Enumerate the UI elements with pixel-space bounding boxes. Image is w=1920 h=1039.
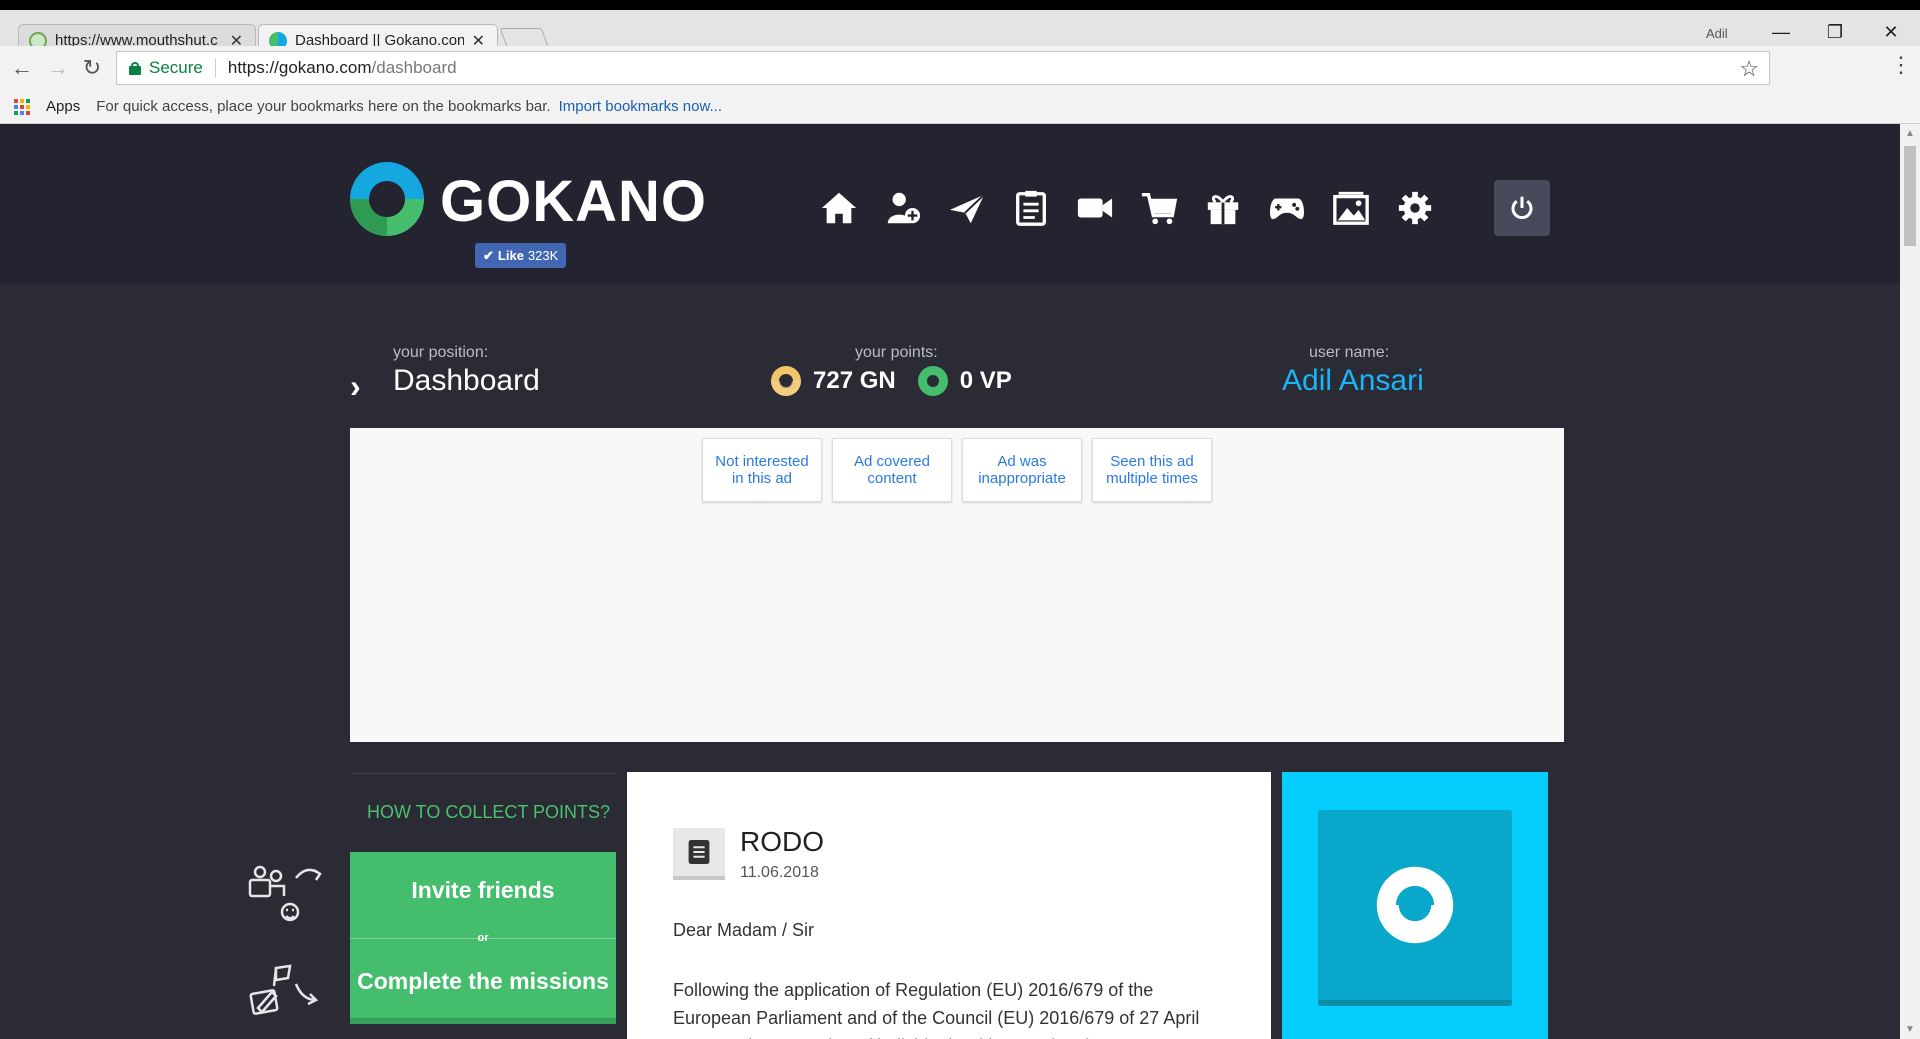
cart-icon[interactable] [1130, 180, 1188, 236]
gn-coin-icon [771, 366, 801, 396]
article-greeting: Dear Madam / Sir [673, 920, 815, 940]
page-title: Dashboard [393, 364, 540, 397]
ad-feedback-inappropriate[interactable]: Ad was inappropriate [962, 438, 1082, 502]
scroll-down-icon[interactable]: ▼ [1905, 1024, 1915, 1035]
back-arrow-icon[interactable]: ← [8, 54, 36, 82]
complete-missions-button[interactable]: Complete the missions [350, 968, 616, 995]
position-label: your position: [393, 344, 489, 361]
power-icon [1511, 196, 1533, 219]
main-nav [810, 180, 1450, 236]
scroll-thumb[interactable] [1904, 146, 1916, 246]
ad-feedback-seen-multiple[interactable]: Seen this ad multiple times [1092, 438, 1212, 502]
reload-icon[interactable]: ↻ [78, 54, 106, 82]
points-label: your points: [855, 344, 938, 361]
close-window-icon[interactable]: ✕ [1876, 22, 1906, 46]
restore-icon[interactable]: ❐ [1820, 22, 1850, 46]
like-count: 323K [527, 248, 559, 263]
bookmarks-bar: Apps For quick access, place your bookma… [0, 90, 1920, 124]
collect-points-heading: HOW TO COLLECT POINTS? [367, 802, 611, 822]
url-path: /dashboard [371, 58, 457, 77]
checkmark-icon: ✔ [483, 247, 494, 263]
profile-name[interactable]: Adil [1706, 26, 1728, 41]
ad-feedback-covered-content[interactable]: Ad covered content [832, 438, 952, 502]
title-bar: https://www.mouthshut.c ✕ Dashboard || G… [0, 0, 1920, 56]
secure-label: Secure [149, 58, 203, 77]
page-scrollbar[interactable]: ▲ ▼ [1900, 124, 1920, 1039]
gift-icon[interactable] [1194, 180, 1252, 236]
like-label: Like [497, 248, 524, 263]
gear-icon[interactable] [1386, 180, 1444, 236]
invite-friends-button[interactable]: Invite friends [350, 877, 616, 904]
or-label: or [477, 932, 489, 944]
gamepad-icon[interactable] [1258, 180, 1316, 236]
ad-feedback-not-interested[interactable]: Not interested in this ad [702, 438, 822, 502]
article-title: RODO [740, 826, 824, 857]
username-label: user name: [1309, 344, 1390, 361]
username-link[interactable]: Adil Ansari [1282, 364, 1424, 398]
browser-toolbar: ← → ↻ Secure https://gokano.com /dashboa… [0, 46, 1920, 90]
minimize-icon[interactable]: — [1766, 22, 1796, 46]
gokano-emblem-icon [1376, 866, 1454, 944]
points-display: 727 GN 0 VP [771, 366, 1012, 396]
home-icon[interactable] [810, 180, 868, 236]
clipboard-icon[interactable] [1002, 180, 1060, 236]
article-date: 11.06.2018 [740, 864, 819, 881]
friends-doodle-icon [248, 865, 322, 922]
browser-chrome: https://www.mouthshut.c ✕ Dashboard || G… [0, 0, 1920, 124]
collect-points-box: Invite friends or Complete the missions [350, 852, 616, 1024]
video-camera-icon[interactable] [1066, 180, 1124, 236]
site-header: GOKANO ✔ Like 323K [0, 124, 1900, 284]
picture-icon[interactable] [1322, 180, 1380, 236]
scroll-up-icon[interactable]: ▲ [1905, 128, 1915, 139]
lock-icon [129, 61, 141, 75]
bookmarks-hint: For quick access, place your bookmarks h… [96, 98, 551, 115]
page-content: GOKANO ✔ Like 323K › your position: Dash… [0, 124, 1900, 1039]
address-bar[interactable]: Secure https://gokano.com /dashboard ☆ [116, 51, 1770, 85]
article-body: Following the application of Regulation … [673, 980, 1200, 1039]
browser-menu-icon[interactable]: ⋮ [1890, 54, 1912, 76]
divider [214, 58, 216, 78]
gn-points: 727 GN [813, 367, 896, 394]
chevron-right-icon: › [350, 368, 361, 404]
ad-container: Not interested in this ad Ad covered conte… [350, 428, 1564, 742]
paper-plane-icon[interactable] [938, 180, 996, 236]
user-info-row: › your position: Dashboard your points: … [0, 340, 1900, 420]
forward-arrow-icon[interactable]: → [44, 54, 72, 82]
apps-link[interactable]: Apps [46, 98, 80, 115]
apps-grid-icon[interactable] [14, 98, 30, 115]
add-user-icon[interactable] [874, 180, 932, 236]
logo-text[interactable]: GOKANO [440, 168, 707, 235]
url-host: https://gokano.com [227, 58, 372, 77]
vp-coin-icon [917, 366, 948, 396]
gokano-logo-icon[interactable] [350, 162, 424, 236]
facebook-like-button[interactable]: ✔ Like 323K [475, 243, 567, 268]
import-bookmarks-link[interactable]: Import bookmarks now... [559, 98, 722, 115]
logout-button[interactable] [1494, 180, 1550, 236]
promo-panel [1282, 772, 1548, 1039]
divider [350, 773, 616, 774]
news-article: RODO 11.06.2018 Dear Madam / Sir Followi… [627, 772, 1271, 1039]
document-icon [673, 828, 725, 880]
missions-doodle-icon [249, 964, 319, 1015]
vp-points: 0 VP [959, 367, 1012, 394]
bookmark-star-icon[interactable]: ☆ [1739, 56, 1759, 82]
promo-tile[interactable] [1318, 810, 1512, 1006]
